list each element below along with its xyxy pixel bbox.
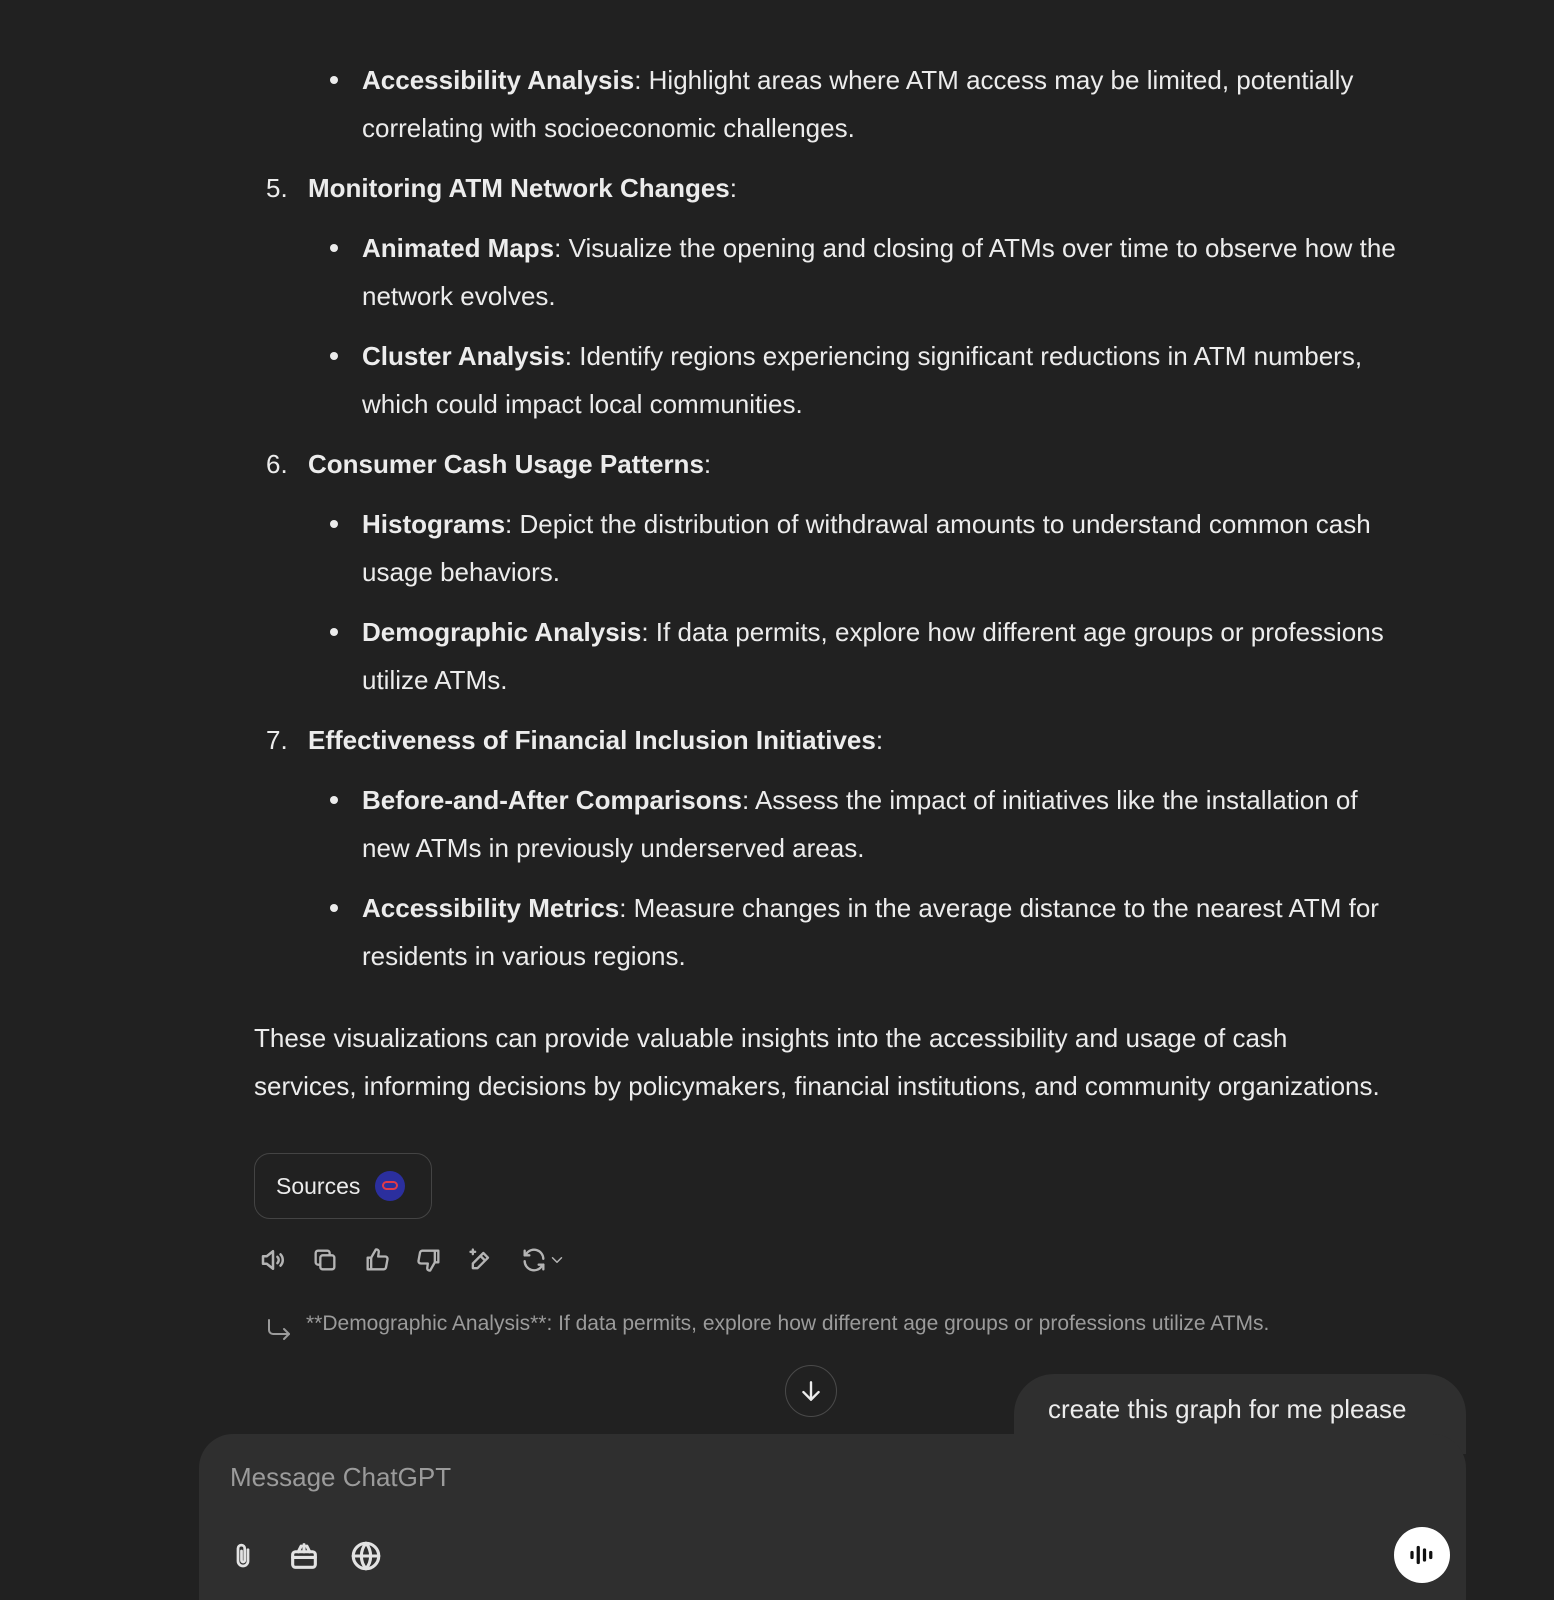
section-title: Consumer Cash Usage Patterns <box>308 449 704 479</box>
bullet-text-continued: residents in various regions. <box>362 941 686 971</box>
sources-label: Sources <box>276 1172 361 1199</box>
read-aloud-button[interactable] <box>254 1241 292 1279</box>
arrow-down-icon <box>802 1381 820 1401</box>
reply-arrow-icon <box>268 1319 290 1340</box>
message-composer: Message ChatGPT <box>199 1434 1466 1600</box>
bullet-title: Accessibility Analysis <box>362 65 635 95</box>
voice-mode-button[interactable] <box>1394 1527 1450 1583</box>
quoted-reply: **Demographic Analysis**: If data permit… <box>266 1312 1269 1342</box>
bullet-text: : Highlight areas where ATM access may b… <box>634 65 1354 95</box>
thumbs-up-icon <box>366 1248 389 1271</box>
scroll-to-bottom-button[interactable] <box>785 1365 837 1417</box>
regenerate-icon <box>523 1248 545 1272</box>
closing-line-2: services, informing decisions by policym… <box>254 1071 1380 1101</box>
list-item: Before-and-After Comparisons: Assess the… <box>254 776 1466 872</box>
bullet-title: Histograms <box>362 509 506 539</box>
top-spacer <box>254 0 1466 56</box>
attach-icon <box>236 1543 250 1568</box>
message-input[interactable]: Message ChatGPT <box>230 1462 451 1493</box>
item-number: 6. <box>266 449 288 479</box>
sources-button[interactable]: Sources <box>254 1153 432 1219</box>
speaker-icon <box>261 1250 285 1270</box>
list-item: Histograms: Depict the distribution of w… <box>254 500 1466 596</box>
regenerate-button[interactable] <box>514 1241 572 1279</box>
edit-in-canvas-button[interactable] <box>462 1241 500 1279</box>
bullet-text: : Identify regions experiencing signific… <box>564 341 1363 371</box>
copy-button[interactable] <box>306 1241 344 1279</box>
closing-line-1: These visualizations can provide valuabl… <box>254 1023 1288 1053</box>
edit-sparkle-icon <box>469 1248 490 1270</box>
bullet-title: Before-and-After Comparisons <box>362 785 742 815</box>
bullet-text-continued: network evolves. <box>362 281 556 311</box>
bullet-title: Accessibility Metrics <box>362 893 620 923</box>
tools-button[interactable] <box>282 1534 326 1578</box>
list-item: Accessibility Analysis: Highlight areas … <box>254 56 1466 152</box>
good-response-button[interactable] <box>358 1241 396 1279</box>
bullet-text: : Assess the impact of initiatives like … <box>741 785 1358 815</box>
chat-page: Accessibility Analysis: Highlight areas … <box>0 0 1554 1600</box>
bad-response-button[interactable] <box>410 1241 448 1279</box>
item-number: 5. <box>266 173 288 203</box>
list-item: Cluster Analysis: Identify regions exper… <box>254 332 1466 428</box>
bullet-text-continued: new ATMs in previously underserved areas… <box>362 833 865 863</box>
bullet-text-continued: usage behaviors. <box>362 557 561 587</box>
item-number: 7. <box>266 725 288 755</box>
source-favicon-icon <box>375 1171 406 1201</box>
bullet-text-continued: which could impact local communities. <box>362 389 803 419</box>
list-item: Demographic Analysis: If data permits, e… <box>254 608 1466 704</box>
bullet-text: : If data permits, explore how different… <box>641 617 1384 647</box>
bullet-text: : Visualize the opening and closing of A… <box>554 233 1396 263</box>
closing-paragraph: These visualizations can provide valuabl… <box>254 1014 1466 1110</box>
bullet-title: Animated Maps <box>362 233 555 263</box>
quoted-reply-text: **Demographic Analysis**: If data permit… <box>306 1312 1270 1335</box>
assistant-response: Accessibility Analysis: Highlight areas … <box>254 0 1466 1110</box>
globe-icon <box>351 1541 381 1571</box>
thumbs-down-icon <box>417 1249 440 1272</box>
bullet-text-continued: utilize ATMs. <box>362 665 508 695</box>
section-title: Monitoring ATM Network Changes <box>308 173 730 203</box>
list-item: Accessibility Metrics: Measure changes i… <box>254 884 1466 980</box>
numbered-item-6: 6. Consumer Cash Usage Patterns: <box>254 440 1466 488</box>
bullet-text: : Depict the distribution of withdrawal … <box>505 509 1371 539</box>
bullet-text: : Measure changes in the average distanc… <box>619 893 1379 923</box>
web-search-button[interactable] <box>344 1534 388 1578</box>
user-message-text: create this graph for me please <box>1048 1394 1407 1424</box>
copy-icon <box>314 1249 336 1271</box>
numbered-item-5: 5. Monitoring ATM Network Changes: <box>254 164 1466 212</box>
bullet-title: Cluster Analysis <box>362 341 565 371</box>
section-title: Effectiveness of Financial Inclusion Ini… <box>308 725 876 755</box>
tools-icon <box>291 1543 317 1569</box>
attach-button[interactable] <box>221 1534 265 1578</box>
message-actions <box>254 1238 572 1282</box>
bullet-text-continued: correlating with socioeconomic challenge… <box>362 113 855 143</box>
numbered-item-7: 7. Effectiveness of Financial Inclusion I… <box>254 716 1466 764</box>
bullet-title: Demographic Analysis <box>362 617 642 647</box>
list-item: Animated Maps: Visualize the opening and… <box>254 224 1466 320</box>
voice-waveform-icon <box>1410 1545 1433 1565</box>
chevron-down-icon <box>551 1257 563 1263</box>
